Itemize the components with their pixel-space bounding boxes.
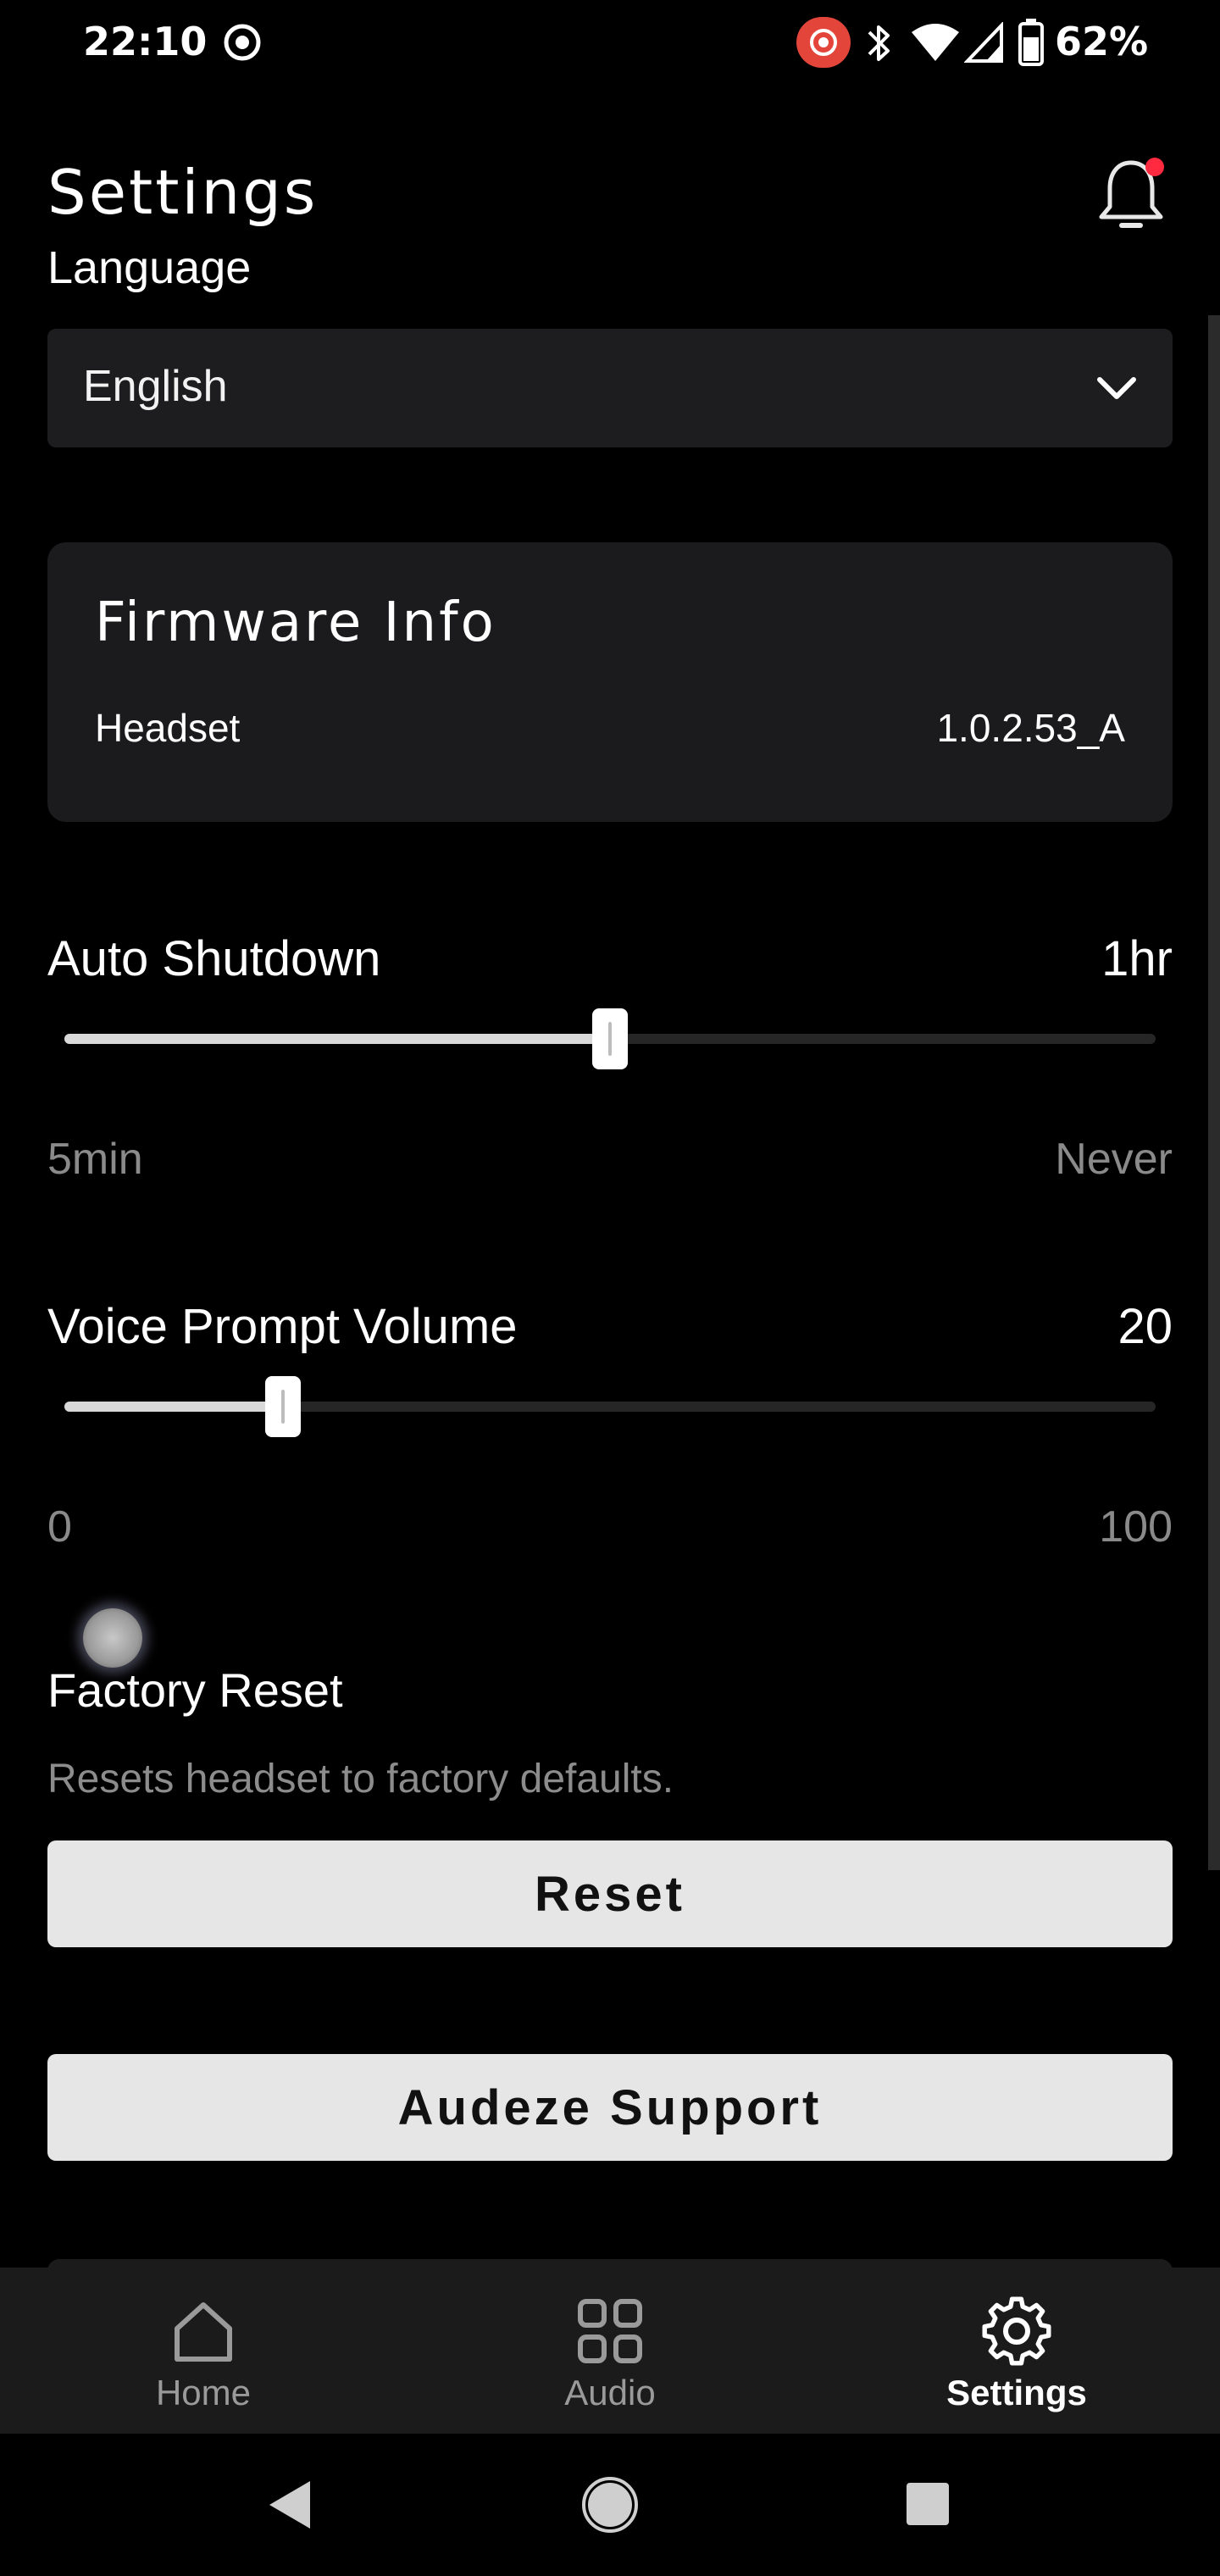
- scrollbar[interactable]: [1208, 315, 1220, 1870]
- nav-settings[interactable]: Settings: [907, 2268, 1127, 2434]
- auto-shutdown-slider-fill: [64, 1034, 610, 1044]
- system-navigation-bar: [0, 2434, 1220, 2576]
- voice-prompt-volume-title: Voice Prompt Volume: [47, 1299, 518, 1354]
- voice-prompt-volume-section: Voice Prompt Volume 20 0 100: [47, 1298, 1173, 1586]
- nav-audio-label: Audio: [564, 2373, 656, 2412]
- voice-prompt-volume-slider-track[interactable]: [64, 1402, 1156, 1412]
- firmware-headset-version: 1.0.2.53_A: [936, 706, 1125, 750]
- bluetooth-icon: [868, 25, 890, 61]
- language-selected-value: English: [83, 362, 228, 411]
- chevron-down-icon: [1097, 377, 1136, 399]
- language-dropdown[interactable]: English: [47, 329, 1173, 447]
- auto-shutdown-value: 1hr: [1101, 931, 1173, 986]
- firmware-info-title: Firmware Info: [95, 591, 496, 654]
- language-label: Language: [47, 242, 252, 293]
- factory-reset-description: Resets headset to factory defaults.: [47, 1757, 674, 1802]
- nav-home[interactable]: Home: [93, 2268, 313, 2434]
- auto-shutdown-min-label: 5min: [47, 1135, 143, 1184]
- nav-settings-label: Settings: [946, 2373, 1087, 2412]
- voice-prompt-volume-value: 20: [1117, 1299, 1173, 1354]
- factory-reset-title: Factory Reset: [47, 1663, 343, 1717]
- bottom-navigation: Home Audio Settings: [0, 2268, 1220, 2434]
- page-title: Settings: [47, 157, 319, 228]
- battery-percent: 62%: [1055, 19, 1149, 64]
- voice-prompt-volume-max-label: 100: [1099, 1502, 1173, 1552]
- voice-prompt-volume-min-label: 0: [47, 1502, 72, 1552]
- status-time: 22:10: [83, 19, 208, 64]
- wifi-icon: [912, 24, 959, 61]
- home-icon: [175, 2302, 232, 2362]
- status-bar: 22:10 62%: [0, 0, 1220, 85]
- touch-indicator: [83, 1608, 142, 1668]
- voice-prompt-volume-slider-thumb[interactable]: [264, 1376, 301, 1437]
- recents-icon[interactable]: [905, 2481, 951, 2527]
- reset-button[interactable]: Reset: [47, 1840, 1173, 1947]
- grid-icon: [578, 2299, 642, 2363]
- auto-shutdown-max-label: Never: [1055, 1135, 1173, 1184]
- notifications-button[interactable]: [1093, 153, 1169, 237]
- auto-shutdown-title: Auto Shutdown: [47, 931, 381, 986]
- gear-icon: [982, 2296, 1051, 2366]
- cast-record-icon: [796, 17, 851, 68]
- firmware-info-card: Firmware Info Headset 1.0.2.53_A: [47, 542, 1173, 822]
- back-icon[interactable]: [264, 2478, 315, 2532]
- battery-icon: [1018, 19, 1044, 66]
- auto-shutdown-slider-thumb[interactable]: [592, 1008, 628, 1069]
- home-circle-icon[interactable]: [581, 2476, 639, 2534]
- notification-dot: [1145, 158, 1164, 176]
- firmware-headset-label: Headset: [95, 706, 241, 750]
- voice-prompt-volume-slider-fill: [64, 1402, 283, 1412]
- nav-home-label: Home: [155, 2373, 252, 2412]
- nav-audio[interactable]: Audio: [500, 2268, 720, 2434]
- auto-shutdown-section: Auto Shutdown 1hr 5min Never: [47, 930, 1173, 1219]
- screen-record-icon: [224, 24, 261, 61]
- audeze-support-button[interactable]: Audeze Support: [47, 2054, 1173, 2161]
- cell-signal-icon: [964, 22, 1003, 63]
